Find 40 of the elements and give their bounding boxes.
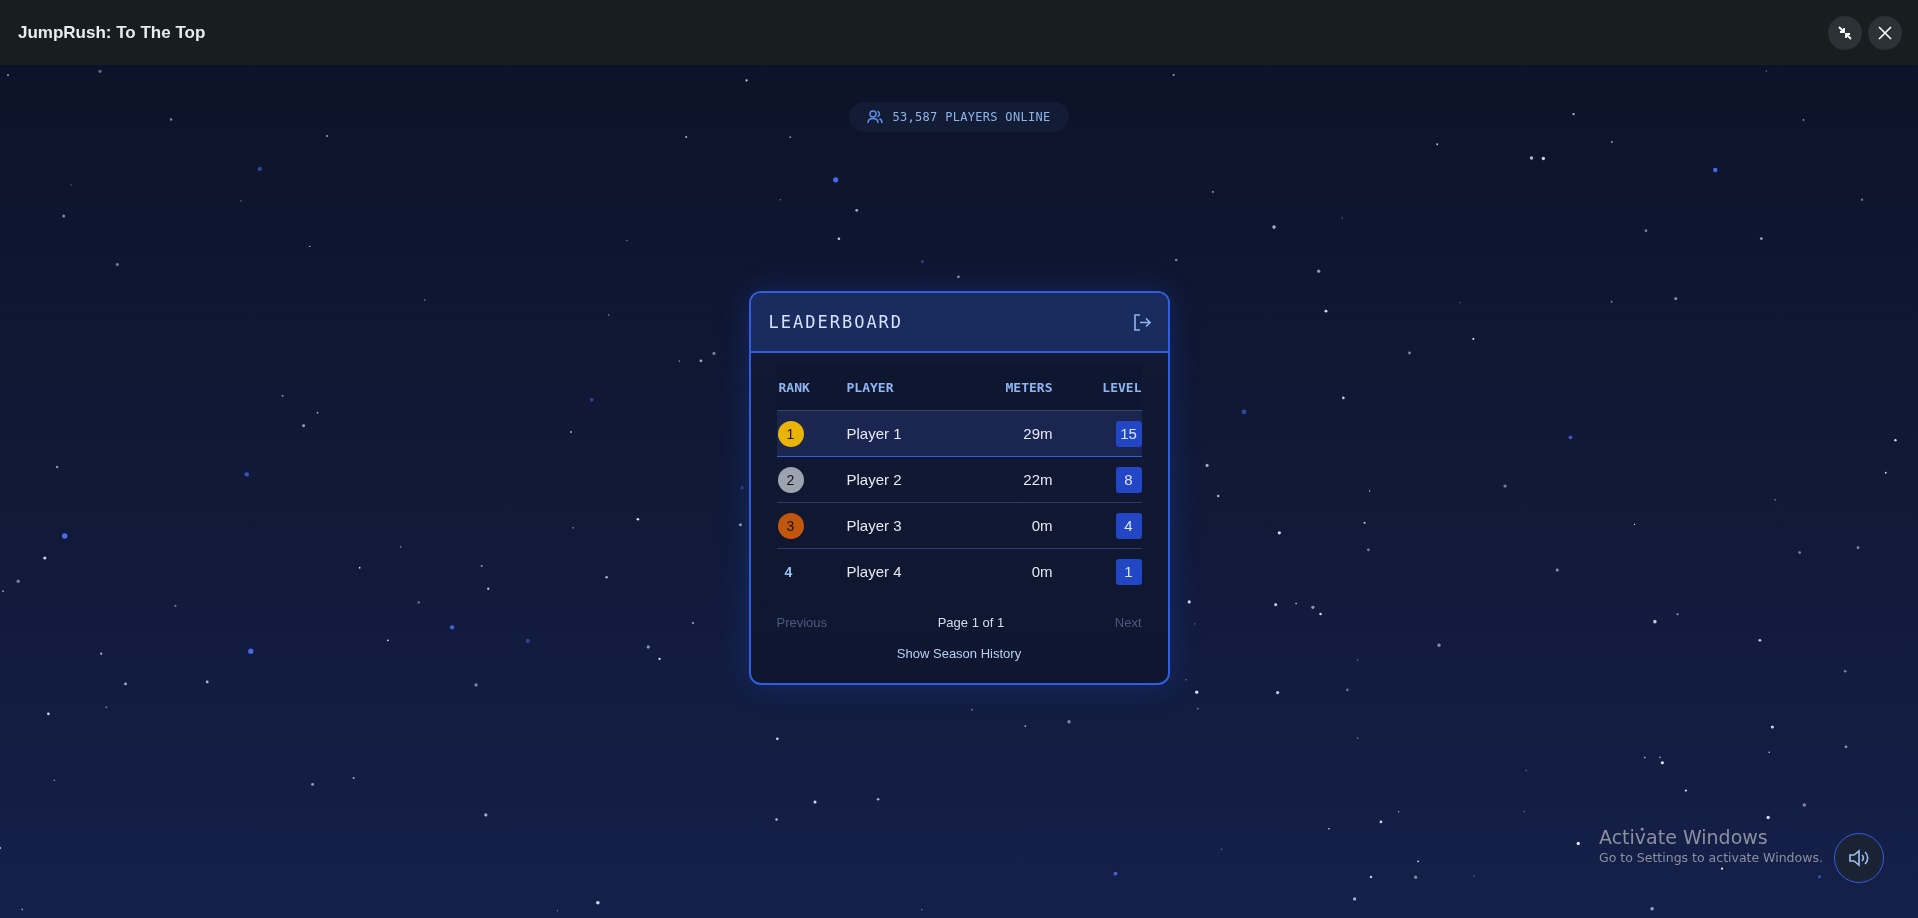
window-title: JumpRush: To The Top xyxy=(18,22,206,43)
player-name: Player 2 xyxy=(846,471,902,488)
speaker-icon xyxy=(1848,849,1870,867)
rank-medal: 2 xyxy=(777,466,804,493)
minimize-button[interactable] xyxy=(1828,15,1862,50)
exit-icon xyxy=(1132,312,1152,332)
leaderboard-row[interactable]: 3 Player 3 0m 4 xyxy=(776,503,1142,549)
meters-value: 22m xyxy=(1023,471,1053,488)
users-icon xyxy=(867,110,884,124)
meters-value: 0m xyxy=(1031,563,1053,580)
meters-value: 29m xyxy=(1023,425,1053,442)
exit-button[interactable] xyxy=(1132,312,1152,332)
column-header: RANK xyxy=(777,380,810,395)
column-header: METERS xyxy=(1005,380,1053,395)
leaderboard-row[interactable]: 1 Player 1 29m 15 xyxy=(776,411,1142,457)
player-name: Player 4 xyxy=(846,563,902,580)
close-button[interactable] xyxy=(1868,15,1902,50)
page-indicator: Page 1 of 1 xyxy=(937,615,1005,630)
leaderboard-row[interactable]: 2 Player 2 22m 8 xyxy=(776,457,1142,503)
level-badge: 1 xyxy=(1115,558,1142,585)
column-header: PLAYER xyxy=(846,380,894,395)
level-badge: 8 xyxy=(1115,466,1142,493)
column-header: LEVEL xyxy=(1102,380,1142,395)
players-online-count: 53,587 PLAYERS ONLINE xyxy=(892,110,1051,124)
season-history-link[interactable]: Show Season History xyxy=(896,646,1022,661)
activation-title: Activate Windows xyxy=(1599,826,1769,848)
sound-button[interactable] xyxy=(1834,833,1884,883)
player-name: Player 3 xyxy=(846,517,902,534)
player-name: Player 1 xyxy=(846,425,902,442)
activation-message: Go to Settings to activate Windows. xyxy=(1599,850,1823,865)
close-icon xyxy=(1878,25,1892,40)
level-badge: 4 xyxy=(1115,512,1142,539)
leaderboard-row[interactable]: 4 Player 4 0m 1 xyxy=(776,549,1142,595)
meters-value: 0m xyxy=(1031,517,1053,534)
rank-number: 4 xyxy=(783,563,794,580)
shrink-arrows-icon xyxy=(1837,24,1853,41)
rank-medal: 1 xyxy=(777,420,804,447)
level-badge: 15 xyxy=(1115,420,1142,447)
panel-title: LEADERBOARD xyxy=(768,312,904,332)
rank-medal: 3 xyxy=(777,512,804,539)
